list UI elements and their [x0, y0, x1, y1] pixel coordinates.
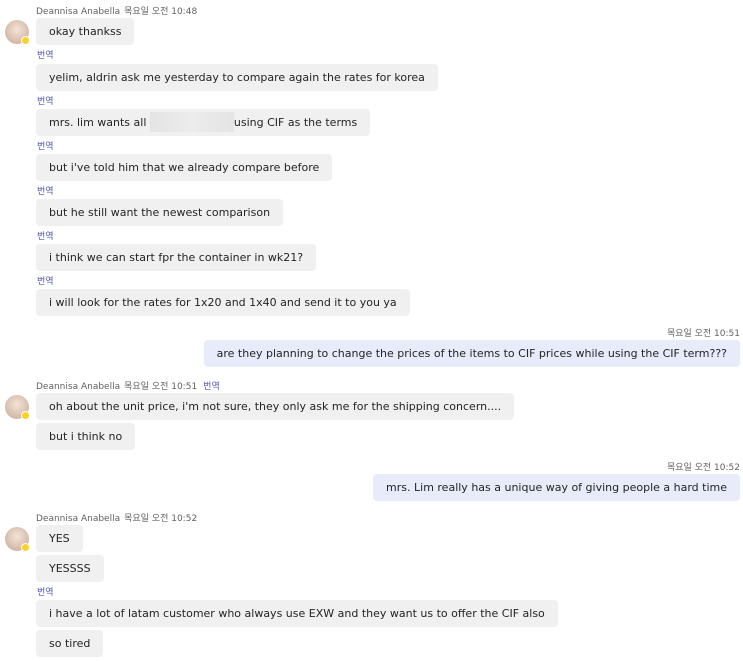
status-away-icon — [21, 411, 30, 420]
my-message-timestamp: 목요일 오전 10:52 — [666, 463, 740, 473]
message-bubble[interactable]: so tired — [36, 630, 104, 657]
avatar[interactable] — [5, 20, 30, 45]
sender-header: Deannisa Anabella 목요일 오전 10:51 번역 — [36, 379, 220, 392]
message-timestamp: 목요일 오전 10:51 — [124, 382, 198, 392]
translate-link[interactable]: 번역 — [37, 139, 54, 152]
message-bubble[interactable]: i have a lot of latam customer who alway… — [36, 600, 558, 627]
my-message-bubble[interactable]: mrs. Lim really has a unique way of givi… — [373, 474, 740, 501]
message-bubble[interactable]: YESSSS — [36, 555, 104, 582]
translate-link[interactable]: 번역 — [37, 274, 54, 287]
message-bubble[interactable]: yelim, aldrin ask me yesterday to compar… — [36, 64, 438, 91]
translate-link[interactable]: 번역 — [203, 382, 220, 392]
message-text: using CIF as the terms — [233, 116, 358, 129]
message-bubble[interactable]: i will look for the rates for 1x20 and 1… — [36, 289, 410, 316]
status-away-icon — [21, 543, 30, 552]
redacted-text — [149, 112, 234, 132]
translate-link[interactable]: 번역 — [37, 48, 54, 61]
translate-link[interactable]: 번역 — [37, 94, 54, 107]
message-text: mrs. lim wants all — [49, 116, 147, 129]
message-bubble[interactable]: but i think no — [36, 423, 136, 450]
message-bubble[interactable]: mrs. lim wants all using CIF as the term… — [36, 109, 371, 136]
status-away-icon — [21, 36, 30, 45]
message-bubble[interactable]: okay thankss — [36, 18, 135, 45]
message-bubble[interactable]: but he still want the newest comparison — [36, 199, 284, 226]
translate-link[interactable]: 번역 — [37, 585, 54, 598]
message-bubble[interactable]: but i've told him that we already compar… — [36, 154, 333, 181]
message-bubble[interactable]: oh about the unit price, i'm not sure, t… — [36, 393, 515, 420]
message-bubble[interactable]: i think we can start fpr the container i… — [36, 244, 317, 271]
avatar[interactable] — [5, 527, 30, 552]
sender-name: Deannisa Anabella — [36, 382, 121, 392]
sender-header: Deannisa Anabella 목요일 오전 10:48 — [36, 4, 197, 17]
my-message-bubble[interactable]: are they planning to change the prices o… — [203, 340, 740, 367]
message-timestamp: 목요일 오전 10:52 — [124, 514, 198, 524]
translate-link[interactable]: 번역 — [37, 229, 54, 242]
translate-link[interactable]: 번역 — [37, 184, 54, 197]
sender-name: Deannisa Anabella — [36, 514, 121, 524]
sender-header: Deannisa Anabella 목요일 오전 10:52 — [36, 511, 197, 524]
message-bubble[interactable]: YES — [36, 525, 83, 552]
my-message-timestamp: 목요일 오전 10:51 — [666, 329, 740, 339]
sender-name: Deannisa Anabella — [36, 7, 121, 17]
avatar[interactable] — [5, 395, 30, 420]
message-timestamp: 목요일 오전 10:48 — [124, 7, 198, 17]
